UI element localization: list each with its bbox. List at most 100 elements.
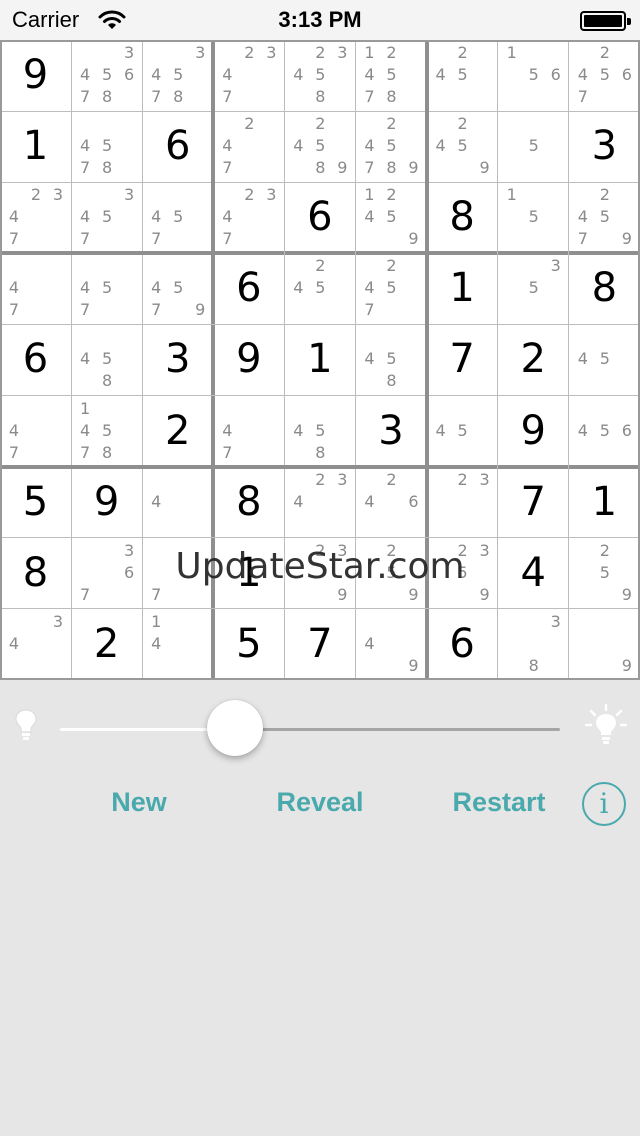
candidate-6: 6 [621, 65, 632, 84]
cell-r9c7[interactable]: 6 [427, 609, 498, 680]
restart-button[interactable]: Restart [438, 787, 560, 818]
cell-r3c2[interactable]: 3 457 [71, 182, 142, 253]
cell-r5c8[interactable]: 2 [498, 324, 569, 395]
cell-r7c2[interactable]: 9 [71, 467, 142, 538]
cell-r9c1[interactable]: 34 [0, 609, 71, 680]
cell-r8c6[interactable]: 259 [356, 538, 427, 609]
cell-r9c5[interactable]: 7 [284, 609, 355, 680]
cell-r3c1[interactable]: 23 47 [0, 182, 71, 253]
cell-r9c6[interactable]: 49 [356, 609, 427, 680]
cell-r5c3[interactable]: 3 [142, 324, 213, 395]
cell-r7c4[interactable]: 8 [213, 467, 284, 538]
hint-slider[interactable] [0, 690, 640, 770]
cell-r6c9[interactable]: 456 [569, 396, 640, 467]
cell-r4c3[interactable]: 457 9 [142, 253, 213, 324]
cell-value: 2 [93, 620, 120, 667]
cell-r7c8[interactable]: 7 [498, 467, 569, 538]
cell-r2c3[interactable]: 6 [142, 111, 213, 182]
cell-r3c8[interactable]: 15 [498, 182, 569, 253]
cell-r1c4[interactable]: 23 4 7 [213, 40, 284, 111]
cell-value: 1 [449, 265, 475, 312]
candidate-5: 5 [102, 420, 113, 440]
cell-r6c8[interactable]: 9 [498, 396, 569, 467]
cell-r3c7[interactable]: 8 [427, 182, 498, 253]
cell-r7c7[interactable]: 23 [427, 467, 498, 538]
cell-r2c5[interactable]: 24589 [284, 111, 355, 182]
cell-r2c1[interactable]: 1 [0, 111, 71, 182]
candidate-7: 7 [80, 300, 91, 320]
cell-r1c9[interactable]: 2456 7 [569, 40, 640, 111]
cell-r2c4[interactable]: 247 [213, 111, 284, 182]
cell-r1c1[interactable]: 9 [0, 40, 71, 111]
cell-r3c3[interactable]: 457 [142, 182, 213, 253]
cell-r7c6[interactable]: 24 6 [356, 467, 427, 538]
cell-r4c2[interactable]: 457 [71, 253, 142, 324]
cell-r7c5[interactable]: 23 4 [284, 467, 355, 538]
candidate-4: 4 [364, 207, 375, 227]
cell-r4c5[interactable]: 245 [284, 253, 355, 324]
cell-r4c6[interactable]: 2457 [356, 253, 427, 324]
cell-r3c6[interactable]: 12459 [356, 182, 427, 253]
cell-r4c7[interactable]: 1 [427, 253, 498, 324]
cell-r2c8[interactable]: 5 [498, 111, 569, 182]
cell-value: 7 [520, 478, 546, 525]
cell-r6c7[interactable]: 45 [427, 396, 498, 467]
slider-thumb[interactable] [207, 700, 263, 756]
cell-r6c1[interactable]: 47 [0, 396, 71, 467]
cell-r5c1[interactable]: 6 [0, 324, 71, 395]
cell-r8c5[interactable]: 23 9 [284, 538, 355, 609]
cell-r6c5[interactable]: 458 [284, 396, 355, 467]
cell-r4c4[interactable]: 6 [213, 253, 284, 324]
cell-r5c2[interactable]: 458 [71, 324, 142, 395]
candidate-5: 5 [528, 136, 539, 156]
cell-r2c7[interactable]: 2459 [427, 111, 498, 182]
cell-r1c5[interactable]: 23 45 8 [284, 40, 355, 111]
cell-r7c9[interactable]: 1 [569, 467, 640, 538]
info-button[interactable]: i [582, 782, 626, 826]
cell-r1c2[interactable]: 3 456 78 [71, 40, 142, 111]
cell-r8c7[interactable]: 2359 [427, 538, 498, 609]
cell-r3c4[interactable]: 23 47 [213, 182, 284, 253]
cell-r6c4[interactable]: 47 [213, 396, 284, 467]
cell-r1c8[interactable]: 156 [498, 40, 569, 111]
cell-r1c6[interactable]: 124578 [356, 40, 427, 111]
candidate-2: 2 [315, 43, 326, 62]
cell-r6c3[interactable]: 2 [142, 396, 213, 467]
cell-r5c5[interactable]: 1 [284, 324, 355, 395]
cell-r8c4[interactable]: 1 [213, 538, 284, 609]
cell-r4c1[interactable]: 47 [0, 253, 71, 324]
cell-r4c8[interactable]: 35 [498, 253, 569, 324]
candidate-2: 2 [457, 43, 468, 62]
candidate-3: 3 [266, 185, 277, 205]
cell-r9c4[interactable]: 5 [213, 609, 284, 680]
candidate-9: 9 [621, 229, 632, 249]
cell-r9c2[interactable]: 2 [71, 609, 142, 680]
cell-r8c3[interactable]: 7 [142, 538, 213, 609]
cell-r7c1[interactable]: 5 [0, 467, 71, 538]
cell-r5c4[interactable]: 9 [213, 324, 284, 395]
cell-r8c9[interactable]: 259 [569, 538, 640, 609]
cell-r2c9[interactable]: 3 [569, 111, 640, 182]
cell-r9c8[interactable]: 38 [498, 609, 569, 680]
cell-r3c5[interactable]: 6 [284, 182, 355, 253]
cell-r5c6[interactable]: 458 [356, 324, 427, 395]
cell-r3c9[interactable]: 2457 9 [569, 182, 640, 253]
new-button[interactable]: New [94, 787, 184, 818]
cell-r1c7[interactable]: 245 [427, 40, 498, 111]
candidate-9: 9 [621, 655, 632, 675]
cell-r8c1[interactable]: 8 [0, 538, 71, 609]
reveal-button[interactable]: Reveal [260, 787, 380, 818]
cell-r8c8[interactable]: 4 [498, 538, 569, 609]
cell-r9c3[interactable]: 14 [142, 609, 213, 680]
cell-r7c3[interactable]: 4 [142, 467, 213, 538]
cell-r8c2[interactable]: 36 7 [71, 538, 142, 609]
cell-r5c9[interactable]: 45 [569, 324, 640, 395]
cell-r6c6[interactable]: 3 [356, 396, 427, 467]
cell-r2c2[interactable]: 4578 [71, 111, 142, 182]
cell-r2c6[interactable]: 245789 [356, 111, 427, 182]
cell-r9c9[interactable]: 9 [569, 609, 640, 680]
cell-r5c7[interactable]: 7 [427, 324, 498, 395]
cell-r1c3[interactable]: 3 4578 [142, 40, 213, 111]
cell-r6c2[interactable]: 14578 [71, 396, 142, 467]
cell-r4c9[interactable]: 8 [569, 253, 640, 324]
